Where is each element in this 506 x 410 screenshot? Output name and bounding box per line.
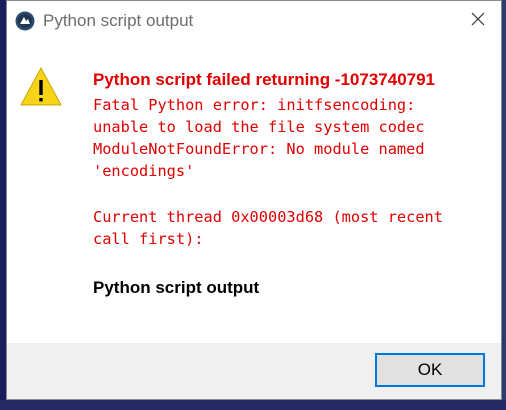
message-content: Python script failed returning -10737407…: [7, 41, 501, 343]
output-label: Python script output: [93, 278, 260, 297]
error-line: 'encodings': [93, 162, 195, 180]
message-dialog: Python script output Python script faile…: [6, 0, 502, 400]
focus-ring: [378, 356, 482, 384]
error-line: unable to load the file system codec: [93, 118, 425, 136]
thread-line: Current thread 0x00003d68 (most recent: [93, 208, 443, 226]
title-bar[interactable]: Python script output: [7, 1, 501, 41]
error-line: Fatal Python error: initfsencoding:: [93, 96, 416, 114]
button-bar: OK: [7, 343, 501, 399]
thread-line: call first):: [93, 230, 204, 248]
window-title: Python script output: [43, 11, 194, 30]
error-heading: Python script failed returning -10737407…: [93, 70, 436, 89]
close-button[interactable]: [455, 1, 501, 41]
python-app-icon: [15, 11, 35, 31]
ok-button[interactable]: OK: [375, 353, 485, 387]
warning-icon: [19, 65, 63, 109]
desktop-background-bottom: [0, 400, 506, 410]
error-line: ModuleNotFoundError: No module named: [93, 140, 425, 158]
close-icon: [471, 12, 485, 31]
